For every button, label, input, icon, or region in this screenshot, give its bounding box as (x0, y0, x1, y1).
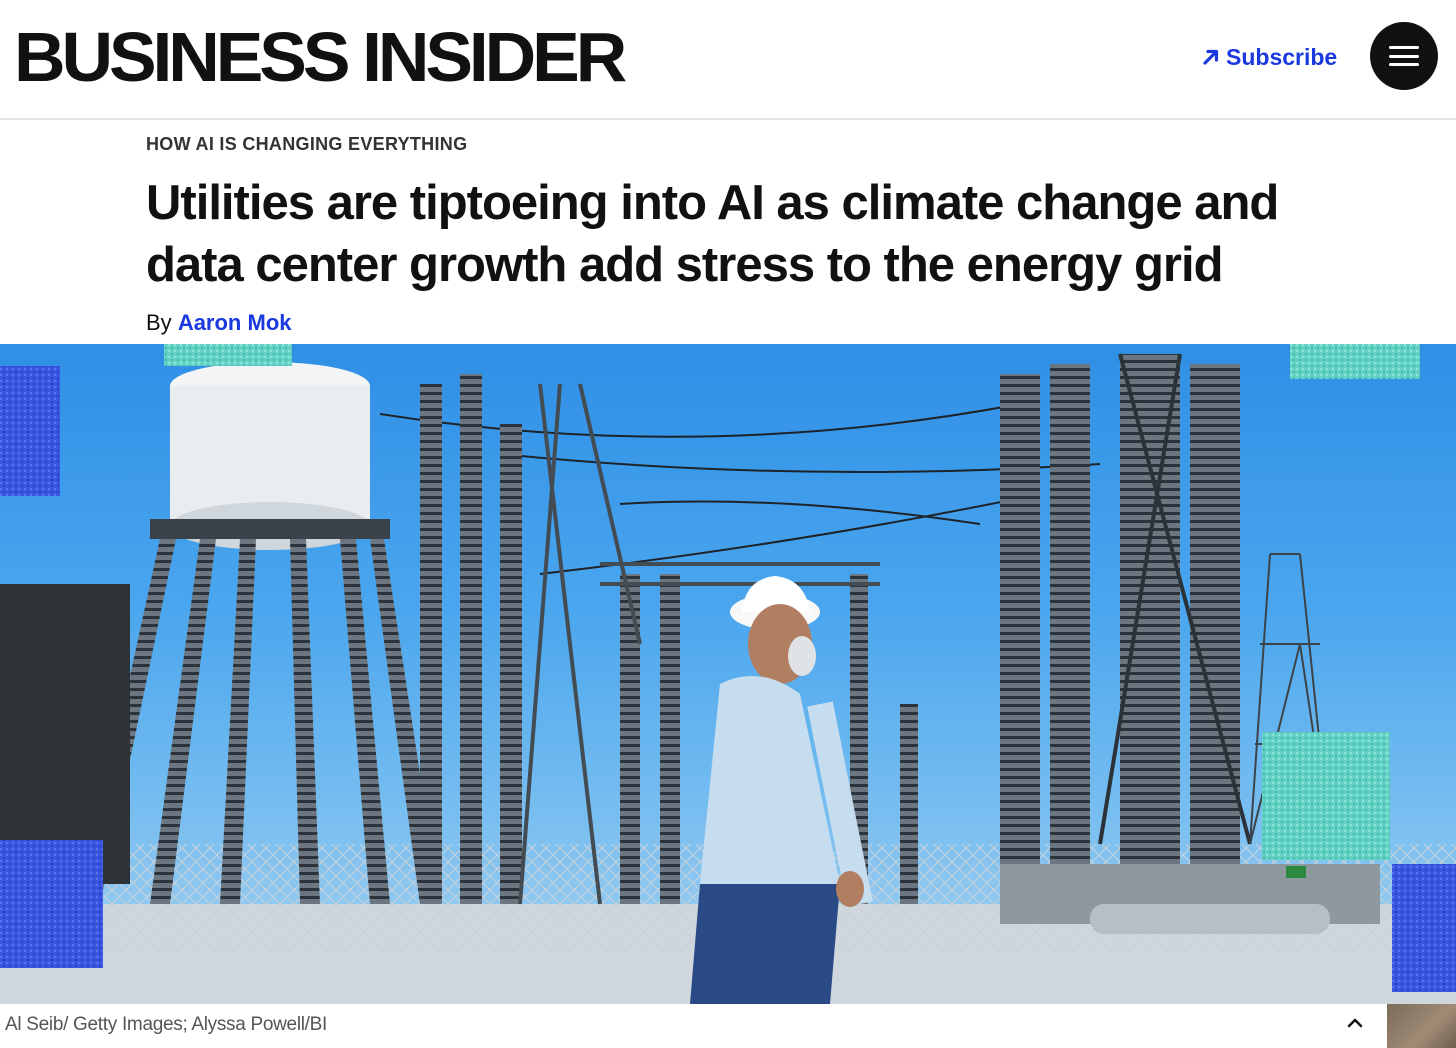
caption-collapse-button[interactable] (1340, 1010, 1370, 1036)
substation-illustration (0, 344, 1456, 1004)
hamburger-menu-icon (1389, 46, 1419, 66)
menu-button[interactable] (1370, 22, 1438, 90)
site-header: BUSINESS INSIDER Subscribe (0, 0, 1456, 120)
hero-image (0, 344, 1456, 1004)
subscribe-label: Subscribe (1226, 43, 1338, 70)
corner-thumbnail (1387, 1004, 1456, 1048)
chevron-up-icon (1347, 1018, 1363, 1028)
article-headline: Utilities are tiptoeing into AI as clima… (146, 176, 1279, 292)
byline: By Aaron Mok (146, 310, 292, 336)
article-kicker[interactable]: HOW AI IS CHANGING EVERYTHING (146, 134, 467, 155)
subscribe-link[interactable]: Subscribe (1202, 40, 1337, 74)
site-logo[interactable]: BUSINESS INSIDER (14, 18, 627, 96)
byline-prefix: By (146, 310, 172, 335)
arrow-up-right-icon (1203, 49, 1219, 65)
image-caption: Al Seib/ Getty Images; Alyssa Powell/BI (5, 1014, 327, 1035)
author-link[interactable]: Aaron Mok (178, 310, 292, 335)
